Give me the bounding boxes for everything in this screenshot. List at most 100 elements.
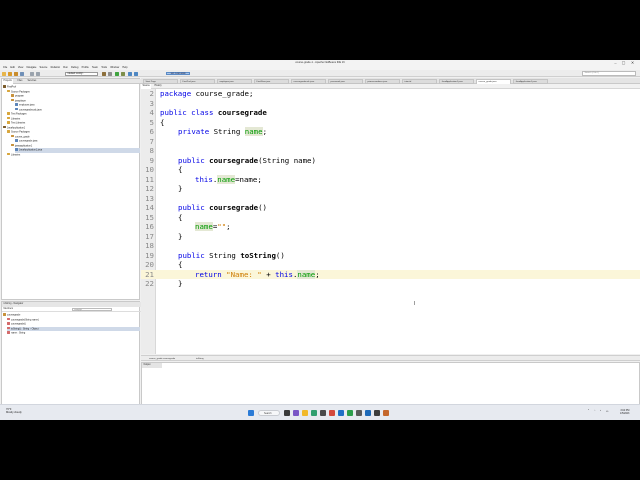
edge-icon[interactable] (311, 409, 317, 416)
breadcrumb-method[interactable]: toString (196, 357, 204, 361)
code-line[interactable]: 20 { (141, 260, 640, 270)
output-panel: Output (141, 362, 640, 407)
code-token: } (178, 279, 183, 288)
config-select[interactable]: <default config> (65, 71, 98, 76)
start-icon[interactable] (248, 409, 254, 416)
apply-changes-icon[interactable] (134, 71, 138, 76)
project-tree-item[interactable]: Libraries (7, 152, 140, 158)
code-token: name (297, 269, 316, 279)
code-line[interactable]: 16 name=""; (141, 222, 640, 232)
new-file-icon[interactable] (8, 71, 12, 76)
code-token: public (178, 203, 205, 212)
java-icon (15, 103, 18, 106)
taskbar-search[interactable]: Search (258, 409, 280, 416)
code-line[interactable]: 13 (141, 194, 640, 204)
tab-services[interactable]: Services (26, 79, 38, 84)
line-number: 19 (145, 250, 154, 260)
navigator-item[interactable]: name : String (7, 331, 140, 336)
code-line[interactable]: 15 { (141, 213, 640, 223)
media-icon[interactable] (374, 409, 380, 416)
code-line[interactable]: 17} (141, 232, 640, 242)
code-line[interactable]: 7 (141, 137, 640, 147)
code-line[interactable]: 11 this.name=name; (141, 174, 640, 185)
code-line[interactable]: 9 public coursegrade(String name) (141, 156, 640, 166)
code-line-current[interactable]: 21 return "Name: " + this.name; (141, 269, 640, 279)
tab-files[interactable]: Files (16, 79, 24, 84)
code-line[interactable]: 10 { (141, 165, 640, 175)
project-tree-label: coursegrade.java (19, 139, 38, 143)
output-tab[interactable]: Output (142, 363, 162, 368)
code-token: name (195, 222, 213, 231)
line-number: 2 (149, 89, 154, 98)
tray-chevron-icon[interactable]: ^ (588, 410, 589, 412)
windows-taskbar: 70°F Mostly cloudy Search ^ ◔ ◖ ▭ 3:04 P… (0, 404, 640, 420)
project-tree-label: JavaApplication1 (7, 125, 26, 129)
code-line[interactable]: 12} (141, 184, 640, 194)
vscode-icon[interactable] (365, 409, 371, 416)
open-project-icon[interactable] (14, 71, 18, 76)
excel-icon[interactable] (347, 409, 353, 416)
code-line[interactable]: 3 (141, 99, 640, 109)
wifi-icon[interactable]: ◔ (594, 410, 595, 412)
undo-icon[interactable] (30, 71, 34, 76)
code-token: return (195, 269, 222, 279)
chat-icon[interactable] (293, 409, 299, 416)
code-line[interactable]: 14 public coursegrade() (141, 203, 640, 213)
code-line[interactable]: 6 private String name; (141, 127, 640, 137)
package-icon (11, 143, 14, 147)
memory-indicator[interactable]: 362.1/469.0MB (166, 71, 190, 76)
battery-icon[interactable]: ▭ (606, 410, 608, 413)
new-project-icon[interactable] (2, 71, 6, 76)
breadcrumb-class[interactable]: course_grade.coursegrade (149, 357, 175, 361)
redo-icon[interactable] (36, 71, 40, 76)
project-tree-label: program (15, 94, 24, 98)
volume-icon[interactable]: ◖ (600, 410, 601, 412)
code-token: coursegrade (209, 203, 259, 212)
weather-widget[interactable]: 70°F Mostly cloudy (6, 408, 22, 415)
code-token: () (258, 203, 268, 212)
run-icon[interactable] (115, 71, 119, 76)
search-input[interactable]: Search (Ctrl+I) (582, 71, 636, 76)
code-token: this (275, 269, 293, 279)
weather-desc: Mostly cloudy (6, 411, 22, 415)
tab-projects[interactable]: Projects (2, 79, 14, 84)
debug-icon[interactable] (121, 71, 125, 76)
java-icon[interactable] (383, 409, 389, 416)
code-line[interactable]: 22} (141, 279, 640, 289)
file-explorer-icon[interactable] (302, 409, 308, 416)
chrome-icon[interactable] (329, 409, 335, 416)
code-token: ; (315, 269, 320, 279)
folder-icon (7, 152, 10, 156)
code-line[interactable]: 19 public String toString() (141, 251, 640, 261)
code-editor[interactable]: 2 package course_grade; 3 4 public class c… (141, 89, 640, 354)
word-icon[interactable] (338, 409, 344, 416)
line-number: 20 (145, 260, 154, 269)
task-view-icon[interactable] (284, 409, 290, 416)
code-line[interactable]: 5{ (141, 118, 640, 128)
clean-build-icon[interactable] (108, 71, 112, 76)
code-line[interactable]: 18 (141, 241, 640, 251)
code-line[interactable]: 8 (141, 146, 640, 156)
code-token: } (178, 184, 183, 193)
line-number: 5 (149, 117, 154, 127)
build-icon[interactable] (102, 71, 106, 76)
profile-icon[interactable] (128, 71, 132, 76)
package-icon (11, 98, 14, 102)
save-all-icon[interactable] (20, 71, 24, 76)
line-number: 10 (145, 165, 154, 174)
code-line[interactable]: 4 public class coursegrade (141, 108, 640, 118)
store-icon[interactable] (320, 409, 326, 416)
line-number: 15 (145, 212, 154, 222)
navigator-filter-dropdown[interactable]: <empty> (72, 307, 112, 312)
project-icon (3, 85, 6, 88)
java-icon (15, 139, 18, 142)
code-line[interactable]: 2 package course_grade; (141, 89, 640, 99)
code-token: public (178, 250, 205, 260)
netbeans-icon[interactable] (356, 409, 362, 416)
code-token: this (195, 174, 213, 184)
line-number: 13 (145, 193, 154, 203)
taskbar-clock[interactable]: 3:04 PM 1/5/2023 (620, 409, 629, 416)
code-token: "" (217, 222, 227, 231)
navigator-item-label: coursegrade (7, 313, 21, 317)
code-token: { (178, 212, 183, 222)
